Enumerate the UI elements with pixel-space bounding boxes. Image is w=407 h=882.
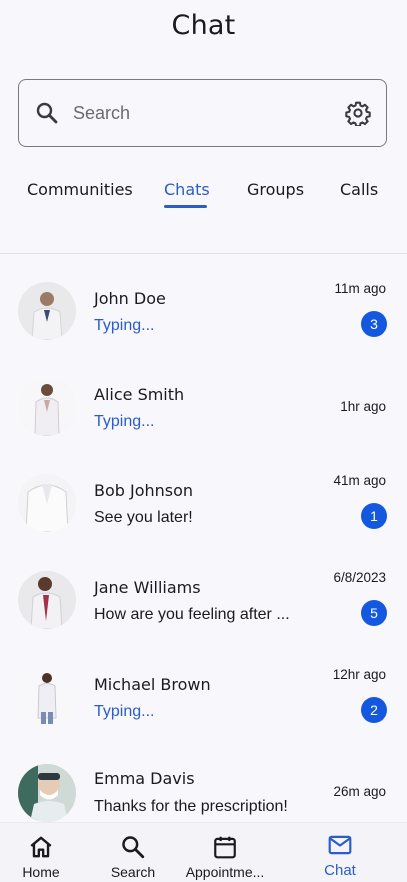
tab-calls[interactable]: Calls <box>340 180 378 199</box>
chat-name: John Doe <box>94 289 166 308</box>
chat-row-john-doe[interactable]: John Doe Typing... 11m ago 3 <box>0 255 407 351</box>
chat-name: Alice Smith <box>94 385 185 404</box>
chat-row-emma-davis[interactable]: Emma Davis Thanks for the prescription! … <box>0 737 407 833</box>
nav-chat[interactable]: Chat <box>306 823 374 882</box>
search-input[interactable] <box>73 98 333 128</box>
nav-search-label: Search <box>110 864 156 880</box>
unread-badge: 5 <box>361 600 387 626</box>
chat-time: 1hr ago <box>340 399 386 414</box>
avatar <box>18 571 76 629</box>
chat-message: See you later! <box>94 509 193 526</box>
tab-chats[interactable]: Chats <box>164 180 210 199</box>
chat-time: 41m ago <box>333 473 386 488</box>
chat-name: Emma Davis <box>94 769 195 788</box>
calendar-icon <box>214 836 236 859</box>
chat-message: Typing... <box>94 703 155 720</box>
tab-groups[interactable]: Groups <box>247 180 304 199</box>
nav-appointments-label: Appointme... <box>185 864 265 880</box>
chat-time: 6/8/2023 <box>333 570 386 585</box>
avatar <box>18 282 76 340</box>
unread-badge: 3 <box>361 311 387 337</box>
nav-home[interactable]: Home <box>8 823 74 882</box>
avatar <box>18 668 76 726</box>
avatar <box>18 474 76 532</box>
chat-row-michael-brown[interactable]: Michael Brown Typing... 12hr ago 2 <box>0 641 407 737</box>
gear-icon[interactable] <box>345 100 371 126</box>
bottom-navigation: Home Search Appointme... Chat <box>0 822 407 882</box>
tab-bar: Communities Chats Groups Calls <box>0 168 407 254</box>
nav-appointments[interactable]: Appointme... <box>182 823 268 882</box>
chat-name: Michael Brown <box>94 675 211 694</box>
chat-time: 12hr ago <box>332 667 386 682</box>
nav-chat-label: Chat <box>324 862 356 879</box>
chat-message: Typing... <box>94 317 155 334</box>
chat-message: How are you feeling after ... <box>94 606 290 623</box>
chat-row-jane-williams[interactable]: Jane Williams How are you feeling after … <box>0 544 407 640</box>
avatar <box>18 378 76 436</box>
search-icon[interactable] <box>35 101 59 125</box>
chat-message: Thanks for the prescription! <box>94 798 288 815</box>
nav-home-label: Home <box>22 864 60 880</box>
mail-icon <box>328 835 352 855</box>
chat-row-alice-smith[interactable]: Alice Smith Typing... 1hr ago <box>0 351 407 447</box>
tab-communities[interactable]: Communities <box>27 180 133 199</box>
chat-time: 26m ago <box>333 784 386 799</box>
search-bar[interactable] <box>18 79 387 147</box>
chat-row-bob-johnson[interactable]: Bob Johnson See you later! 41m ago 1 <box>0 447 407 543</box>
chat-message: Typing... <box>94 413 155 430</box>
unread-badge: 2 <box>361 697 387 723</box>
home-icon <box>30 836 52 858</box>
chat-time: 11m ago <box>334 281 386 296</box>
search-icon <box>122 836 145 859</box>
page-title: Chat <box>171 10 236 41</box>
chat-name: Bob Johnson <box>94 481 194 500</box>
avatar <box>18 764 76 822</box>
nav-search[interactable]: Search <box>100 823 166 882</box>
active-tab-indicator <box>164 205 207 208</box>
unread-badge: 1 <box>361 503 387 529</box>
chat-name: Jane Williams <box>94 578 201 597</box>
